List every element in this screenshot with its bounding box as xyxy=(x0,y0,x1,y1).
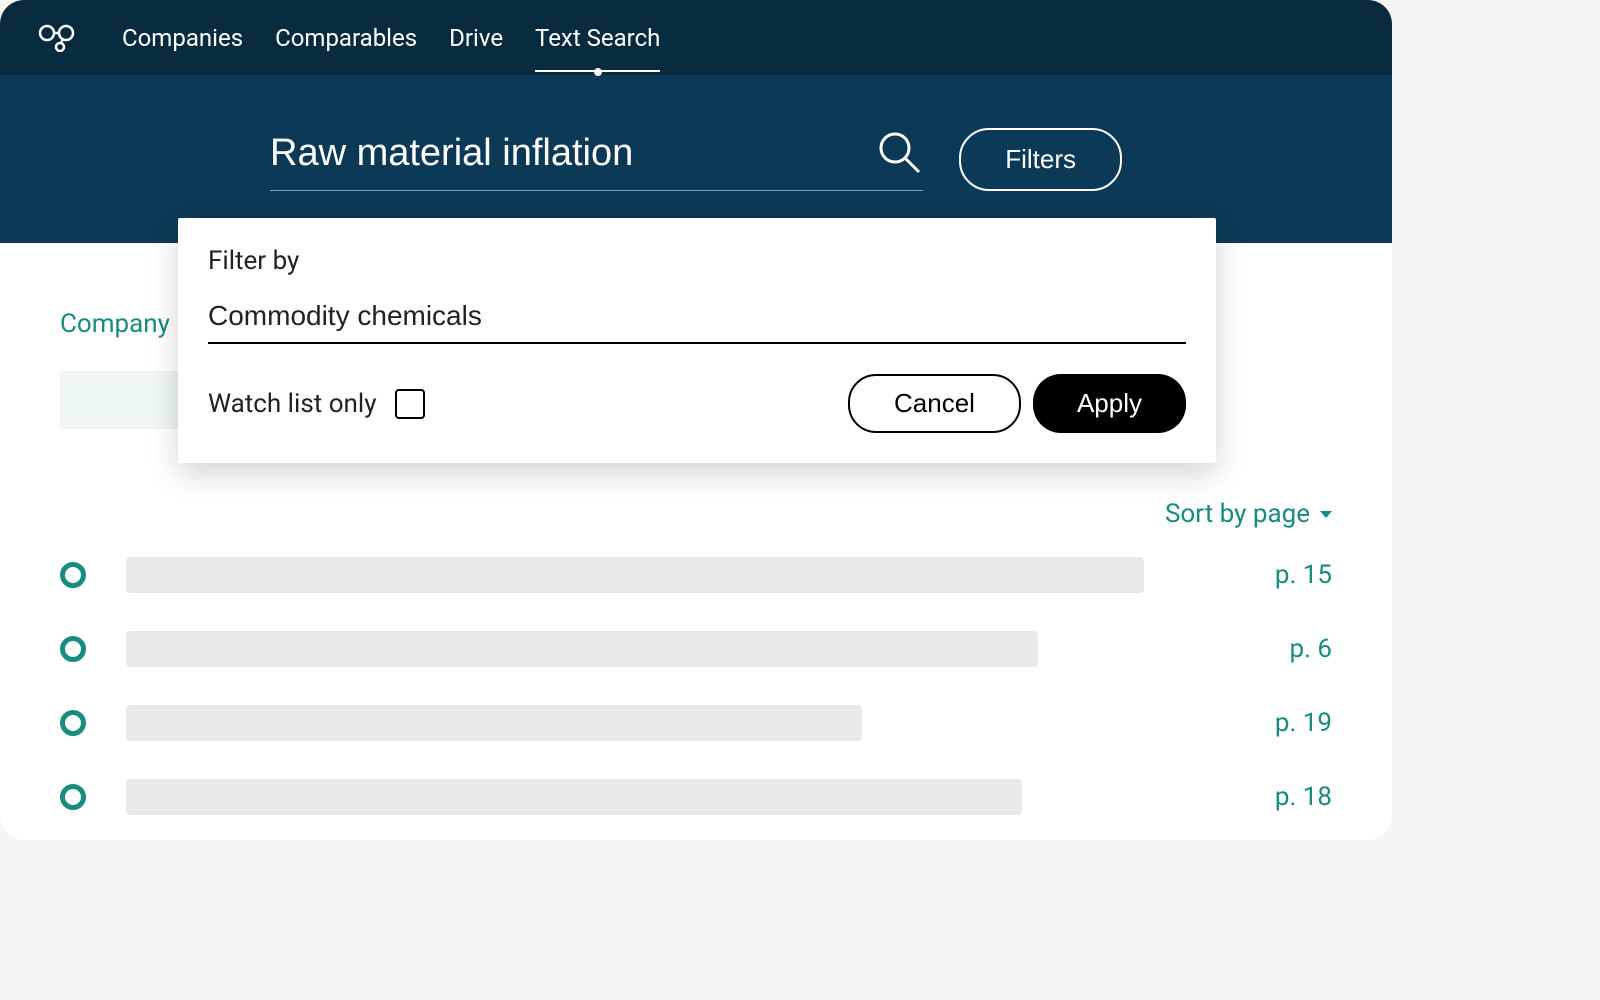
result-placeholder xyxy=(126,557,1144,593)
result-row[interactable]: p. 15 xyxy=(60,557,1332,593)
filter-panel: Filter by Watch list only Cancel Apply xyxy=(178,218,1216,463)
company-label: Company xyxy=(60,309,170,339)
nav-drive[interactable]: Drive xyxy=(449,18,503,58)
result-radio-icon[interactable] xyxy=(60,784,86,810)
result-row[interactable]: p. 18 xyxy=(60,779,1332,815)
watchlist-checkbox[interactable] xyxy=(395,389,425,419)
result-radio-icon[interactable] xyxy=(60,636,86,662)
search-input-wrap xyxy=(270,128,923,191)
filter-actions: Cancel Apply xyxy=(848,374,1186,433)
nav-companies[interactable]: Companies xyxy=(122,18,243,58)
chevron-down-icon xyxy=(1320,511,1332,518)
result-radio-icon[interactable] xyxy=(60,710,86,736)
results-list: p. 15p. 6p. 19p. 18p. 4p. 1 xyxy=(60,557,1332,840)
nav-comparables[interactable]: Comparables xyxy=(275,18,417,58)
filter-bottom-row: Watch list only Cancel Apply xyxy=(208,374,1186,433)
filters-button[interactable]: Filters xyxy=(959,128,1122,191)
top-nav: Companies Comparables Drive Text Search xyxy=(0,0,1392,75)
company-dropdown[interactable]: Company xyxy=(60,309,190,339)
apply-button[interactable]: Apply xyxy=(1033,374,1186,433)
result-placeholder xyxy=(126,631,1038,667)
nav-text-search[interactable]: Text Search xyxy=(535,18,660,58)
filter-input[interactable] xyxy=(208,294,1186,344)
result-placeholder xyxy=(126,779,1022,815)
watchlist-label: Watch list only xyxy=(208,389,377,419)
result-page-link[interactable]: p. 15 xyxy=(1275,560,1332,590)
sort-dropdown[interactable]: Sort by page xyxy=(1165,499,1332,529)
logo-icon xyxy=(38,24,78,52)
result-row[interactable]: p. 6 xyxy=(60,631,1332,667)
sort-row: Sort by page xyxy=(60,499,1332,529)
filter-title: Filter by xyxy=(208,246,1186,276)
sort-label: Sort by page xyxy=(1165,499,1310,529)
result-page-link[interactable]: p. 6 xyxy=(1289,634,1332,664)
app-window: Companies Comparables Drive Text Search … xyxy=(0,0,1392,840)
result-page-link[interactable]: p. 19 xyxy=(1275,708,1332,738)
cancel-button[interactable]: Cancel xyxy=(848,374,1021,433)
search-input[interactable] xyxy=(270,132,855,175)
result-radio-icon[interactable] xyxy=(60,562,86,588)
result-row[interactable]: p. 19 xyxy=(60,705,1332,741)
result-placeholder xyxy=(126,705,862,741)
search-icon[interactable] xyxy=(875,128,923,180)
result-page-link[interactable]: p. 18 xyxy=(1275,782,1332,812)
